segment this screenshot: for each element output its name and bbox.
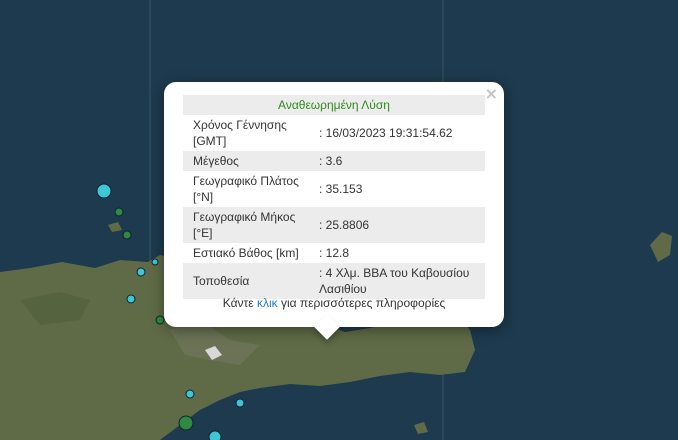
earthquake-marker [185, 389, 195, 399]
earthquake-info-popup: × Αναθεωρημένη Λύση Χρόνος Γέννησης [GMT… [164, 82, 504, 327]
earthquake-details-table: Αναθεωρημένη Λύση Χρόνος Γέννησης [GMT] … [183, 95, 485, 299]
location-value: : 4 Χλμ. ΒΒΑ του Καβουσίου Λασιθίου [317, 263, 485, 299]
map-view[interactable]: × Αναθεωρημένη Λύση Χρόνος Γέννησης [GMT… [0, 0, 678, 440]
table-row: Γεωγραφικό Πλάτος [°N] : 35.153 [183, 171, 485, 207]
more-info-prefix: Κάντε [222, 296, 254, 310]
earthquake-marker [96, 183, 112, 199]
origin-time-label: Χρόνος Γέννησης [GMT] [193, 118, 287, 148]
longitude-value: : 25.8806 [317, 207, 485, 243]
latitude-label: Γεωγραφικό Πλάτος [°N] [193, 174, 299, 204]
earthquake-marker [178, 415, 194, 431]
earthquake-marker [114, 207, 124, 217]
earthquake-marker [136, 267, 146, 277]
earthquake-marker [155, 315, 165, 325]
origin-time-value: : 16/03/2023 19:31:54.62 [319, 126, 453, 140]
magnitude-value: : 3.6 [317, 151, 485, 171]
depth-value: : 12.8 [319, 246, 350, 260]
magnitude-label: Μέγεθος [183, 151, 317, 171]
table-row: Εστιακό Βάθος [km] : 12.8 [183, 243, 485, 263]
earthquake-marker [122, 230, 132, 240]
more-info-suffix: για περισσότερες πληροφορίες [280, 296, 446, 310]
table-row: Μέγεθος : 3.6 [183, 151, 485, 171]
longitude-label: Γεωγραφικό Μήκος [°E] [183, 207, 317, 243]
table-row: Χρόνος Γέννησης [GMT] : 16/03/2023 19:31… [183, 115, 485, 151]
more-info-line: Κάντε κλικ για περισσότερες πληροφορίες [164, 296, 504, 310]
more-info-link[interactable]: κλικ [257, 296, 278, 310]
earthquake-marker [151, 258, 159, 266]
close-icon[interactable]: × [485, 84, 498, 103]
earthquake-marker [235, 398, 245, 408]
depth-label: Εστιακό Βάθος [km] [193, 246, 299, 260]
earthquake-marker [208, 430, 222, 440]
earthquake-marker [126, 294, 136, 304]
popup-title: Αναθεωρημένη Λύση [183, 95, 485, 115]
location-label: Τοποθεσία [183, 263, 317, 299]
table-row: Τοποθεσία : 4 Χλμ. ΒΒΑ του Καβουσίου Λασ… [183, 263, 485, 299]
table-row: Γεωγραφικό Μήκος [°E] : 25.8806 [183, 207, 485, 243]
latitude-value: : 35.153 [319, 182, 363, 196]
popup-title-row: Αναθεωρημένη Λύση [183, 95, 485, 115]
